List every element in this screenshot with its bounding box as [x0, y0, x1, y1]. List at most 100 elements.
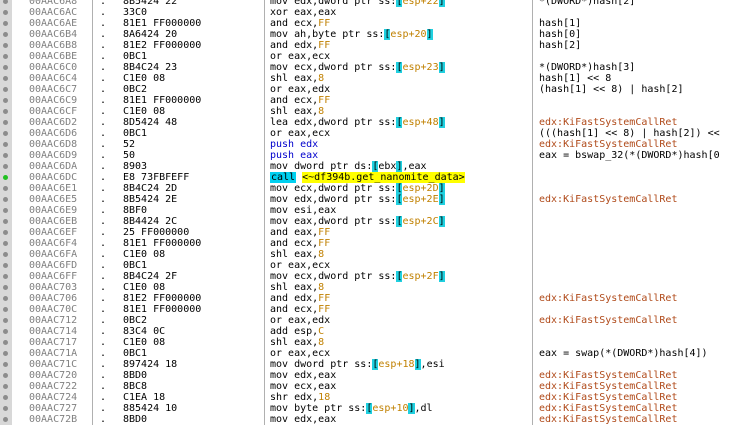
disasm-row[interactable]: 00AAC712. 0BC2 or eax,edx edx:KiFastSystemC…	[0, 315, 746, 326]
disasm-row[interactable]: 00AAC703. C1E0 08 shl eax,8	[0, 282, 746, 293]
disasm-row[interactable]: 00AAC6B8. 81E2 FF000000 and edx,FF hash[2]	[0, 40, 746, 51]
breakpoint-bullet-icon[interactable]	[3, 296, 8, 301]
disasm-row[interactable]: 00AAC6C9. 81E1 FF000000 and ecx,FF	[0, 95, 746, 106]
breakpoint-gutter[interactable]	[0, 304, 12, 315]
breakpoint-gutter[interactable]	[0, 293, 12, 304]
disasm-row[interactable]: 00AAC70C. 81E1 FF000000 and ecx,FF	[0, 304, 746, 315]
breakpoint-bullet-icon[interactable]	[3, 307, 8, 312]
disasm-row[interactable]: 00AAC6C4. C1E0 08 shl eax,8 hash[1] << 8	[0, 73, 746, 84]
breakpoint-gutter[interactable]	[0, 271, 12, 282]
breakpoint-gutter[interactable]	[0, 29, 12, 40]
disasm-row[interactable]: 00AAC6D6. 0BC1 or eax,ecx (((hash[1] << 8) …	[0, 128, 746, 139]
breakpoint-bullet-icon[interactable]	[3, 395, 8, 400]
breakpoint-bullet-icon[interactable]	[3, 10, 8, 15]
current-instruction-bullet-icon[interactable]	[3, 175, 8, 180]
breakpoint-gutter[interactable]	[0, 227, 12, 238]
breakpoint-bullet-icon[interactable]	[3, 373, 8, 378]
disasm-row[interactable]: 00AAC6E1. 8B4C24 2D mov ecx,dword ptr ss:[…	[0, 183, 746, 194]
disasm-row[interactable]: 00AAC722. 8BC8 mov ecx,eax edx:KiFastSystem…	[0, 381, 746, 392]
breakpoint-gutter[interactable]	[0, 414, 12, 425]
disasm-row[interactable]: 00AAC6FF. 8B4C24 2F mov ecx,dword ptr ss:[…	[0, 271, 746, 282]
breakpoint-bullet-icon[interactable]	[3, 318, 8, 323]
disasm-row[interactable]: 00AAC6BE. 0BC1 or eax,ecx	[0, 51, 746, 62]
disasm-row[interactable]: 00AAC717. C1E0 08 shl eax,8	[0, 337, 746, 348]
disasm-row[interactable]: 00AAC6EB. 8B4424 2C mov eax,dword ptr ss:[…	[0, 216, 746, 227]
disasm-row[interactable]: 00AAC72B. 8BD0 mov edx,eax edx:KiFastSystem…	[0, 414, 746, 425]
disasm-row[interactable]: 00AAC6E9. 8BF0 mov esi,eax	[0, 205, 746, 216]
disasm-row[interactable]: 00AAC71C. 897424 18 mov dword ptr ss:[esp+…	[0, 359, 746, 370]
disasm-row[interactable]: 00AAC6A8. 8B5424 22 mov edx,dword ptr ss:[…	[0, 0, 746, 7]
breakpoint-gutter[interactable]	[0, 51, 12, 62]
breakpoint-bullet-icon[interactable]	[3, 263, 8, 268]
breakpoint-bullet-icon[interactable]	[3, 76, 8, 81]
breakpoint-gutter[interactable]	[0, 337, 12, 348]
breakpoint-gutter[interactable]	[0, 73, 12, 84]
disasm-row[interactable]: 00AAC6DA. 8903 mov dword ptr ds:[ebx],eax	[0, 161, 746, 172]
breakpoint-gutter[interactable]	[0, 381, 12, 392]
breakpoint-gutter[interactable]	[0, 18, 12, 29]
breakpoint-gutter[interactable]	[0, 106, 12, 117]
breakpoint-bullet-icon[interactable]	[3, 0, 8, 4]
breakpoint-bullet-icon[interactable]	[3, 351, 8, 356]
breakpoint-gutter[interactable]	[0, 315, 12, 326]
disasm-row[interactable]: 00AAC6E5. 8B5424 2E mov edx,dword ptr ss:[…	[0, 194, 746, 205]
disasm-row[interactable]: 00AAC6AE. 81E1 FF000000 and ecx,FF hash[1]	[0, 18, 746, 29]
breakpoint-bullet-icon[interactable]	[3, 197, 8, 202]
breakpoint-gutter[interactable]	[0, 84, 12, 95]
breakpoint-gutter[interactable]	[0, 62, 12, 73]
breakpoint-gutter[interactable]	[0, 282, 12, 293]
breakpoint-bullet-icon[interactable]	[3, 274, 8, 279]
breakpoint-bullet-icon[interactable]	[3, 164, 8, 169]
breakpoint-bullet-icon[interactable]	[3, 43, 8, 48]
disasm-row[interactable]: 00AAC6FA. C1E0 08 shl eax,8	[0, 249, 746, 260]
breakpoint-bullet-icon[interactable]	[3, 230, 8, 235]
breakpoint-bullet-icon[interactable]	[3, 98, 8, 103]
breakpoint-bullet-icon[interactable]	[3, 241, 8, 246]
breakpoint-gutter[interactable]	[0, 172, 12, 183]
disasm-row[interactable]: 00AAC720. 8BD0 mov edx,eax edx:KiFastSystem…	[0, 370, 746, 381]
breakpoint-bullet-icon[interactable]	[3, 131, 8, 136]
disasm-row[interactable]: 00AAC6D8. 52 push edx edx:KiFastSystemCallR…	[0, 139, 746, 150]
breakpoint-gutter[interactable]	[0, 359, 12, 370]
disasm-row[interactable]: 00AAC6FD. 0BC1 or eax,ecx	[0, 260, 746, 271]
disasm-row[interactable]: 00AAC71A. 0BC1 or eax,ecx eax = swap(*(DWOR…	[0, 348, 746, 359]
breakpoint-gutter[interactable]	[0, 326, 12, 337]
breakpoint-bullet-icon[interactable]	[3, 109, 8, 114]
breakpoint-gutter[interactable]	[0, 260, 12, 271]
breakpoint-gutter[interactable]	[0, 238, 12, 249]
breakpoint-bullet-icon[interactable]	[3, 340, 8, 345]
breakpoint-gutter[interactable]	[0, 161, 12, 172]
breakpoint-gutter[interactable]	[0, 348, 12, 359]
breakpoint-bullet-icon[interactable]	[3, 208, 8, 213]
breakpoint-bullet-icon[interactable]	[3, 384, 8, 389]
breakpoint-bullet-icon[interactable]	[3, 153, 8, 158]
breakpoint-gutter[interactable]	[0, 370, 12, 381]
disasm-row[interactable]: 00AAC6EF. 25 FF000000 and eax,FF	[0, 227, 746, 238]
breakpoint-bullet-icon[interactable]	[3, 417, 8, 422]
breakpoint-bullet-icon[interactable]	[3, 65, 8, 70]
disasm-row[interactable]: 00AAC6D2. 8D5424 48 lea edx,dword ptr ss:[…	[0, 117, 746, 128]
breakpoint-bullet-icon[interactable]	[3, 120, 8, 125]
disasm-row[interactable]: 00AAC727. 885424 10 mov byte ptr ss:[esp+1…	[0, 403, 746, 414]
breakpoint-gutter[interactable]	[0, 249, 12, 260]
breakpoint-bullet-icon[interactable]	[3, 362, 8, 367]
disasm-row[interactable]: 00AAC6D9. 50 push eax eax = bswap_32(*(DWOR…	[0, 150, 746, 161]
breakpoint-gutter[interactable]	[0, 0, 12, 7]
breakpoint-bullet-icon[interactable]	[3, 329, 8, 334]
breakpoint-gutter[interactable]	[0, 128, 12, 139]
breakpoint-gutter[interactable]	[0, 7, 12, 18]
breakpoint-gutter[interactable]	[0, 392, 12, 403]
disasm-row[interactable]: 00AAC6DC. E8 73FBFEFF call <~df394b.get_na…	[0, 172, 746, 183]
breakpoint-gutter[interactable]	[0, 139, 12, 150]
breakpoint-bullet-icon[interactable]	[3, 219, 8, 224]
breakpoint-gutter[interactable]	[0, 216, 12, 227]
breakpoint-bullet-icon[interactable]	[3, 142, 8, 147]
disasm-row[interactable]: 00AAC6C0. 8B4C24 23 mov ecx,dword ptr ss:[…	[0, 62, 746, 73]
breakpoint-bullet-icon[interactable]	[3, 21, 8, 26]
breakpoint-bullet-icon[interactable]	[3, 252, 8, 257]
disasm-row[interactable]: 00AAC6F4. 81E1 FF000000 and ecx,FF	[0, 238, 746, 249]
breakpoint-gutter[interactable]	[0, 205, 12, 216]
breakpoint-bullet-icon[interactable]	[3, 87, 8, 92]
disasm-row[interactable]: 00AAC714. 83C4 0C add esp,C	[0, 326, 746, 337]
call-target-label[interactable]: <~df394b.get_nanomite_data>	[302, 172, 465, 183]
